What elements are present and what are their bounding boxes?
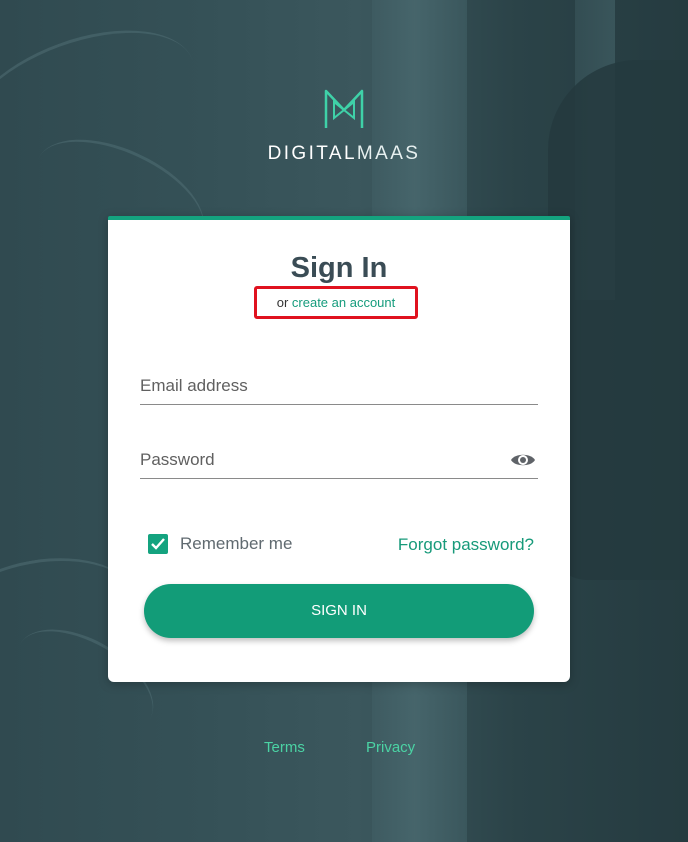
sign-in-button[interactable]: SIGN IN	[144, 584, 534, 638]
terms-link[interactable]: Terms	[264, 739, 305, 756]
page-title: Sign In	[290, 252, 388, 284]
eye-icon[interactable]	[510, 450, 536, 470]
password-field-wrapper	[140, 442, 538, 479]
checkmark-icon	[151, 538, 165, 550]
logo-mark-icon	[324, 89, 364, 128]
create-account-highlight: or create an account	[254, 286, 418, 319]
logo: DIGITALMAAS	[0, 88, 688, 165]
email-field[interactable]	[140, 368, 538, 404]
remember-me-label: Remember me	[180, 534, 293, 553]
create-account-prefix: or	[276, 295, 289, 310]
privacy-link[interactable]: Privacy	[366, 739, 415, 756]
brand-name-bold: DIGITAL	[267, 143, 357, 164]
forgot-password-link[interactable]: Forgot password?	[398, 535, 534, 555]
create-account-link[interactable]: create an account	[292, 295, 395, 310]
password-field[interactable]	[140, 442, 500, 478]
remember-me-checkbox[interactable]	[148, 534, 168, 554]
remember-me: Remember me	[148, 534, 292, 554]
brand-name: DIGITALMAAS	[0, 143, 688, 165]
sign-in-card: Sign In or create an account Remember me…	[108, 216, 570, 682]
email-field-wrapper	[140, 368, 538, 405]
brand-name-light: MAAS	[356, 143, 421, 164]
